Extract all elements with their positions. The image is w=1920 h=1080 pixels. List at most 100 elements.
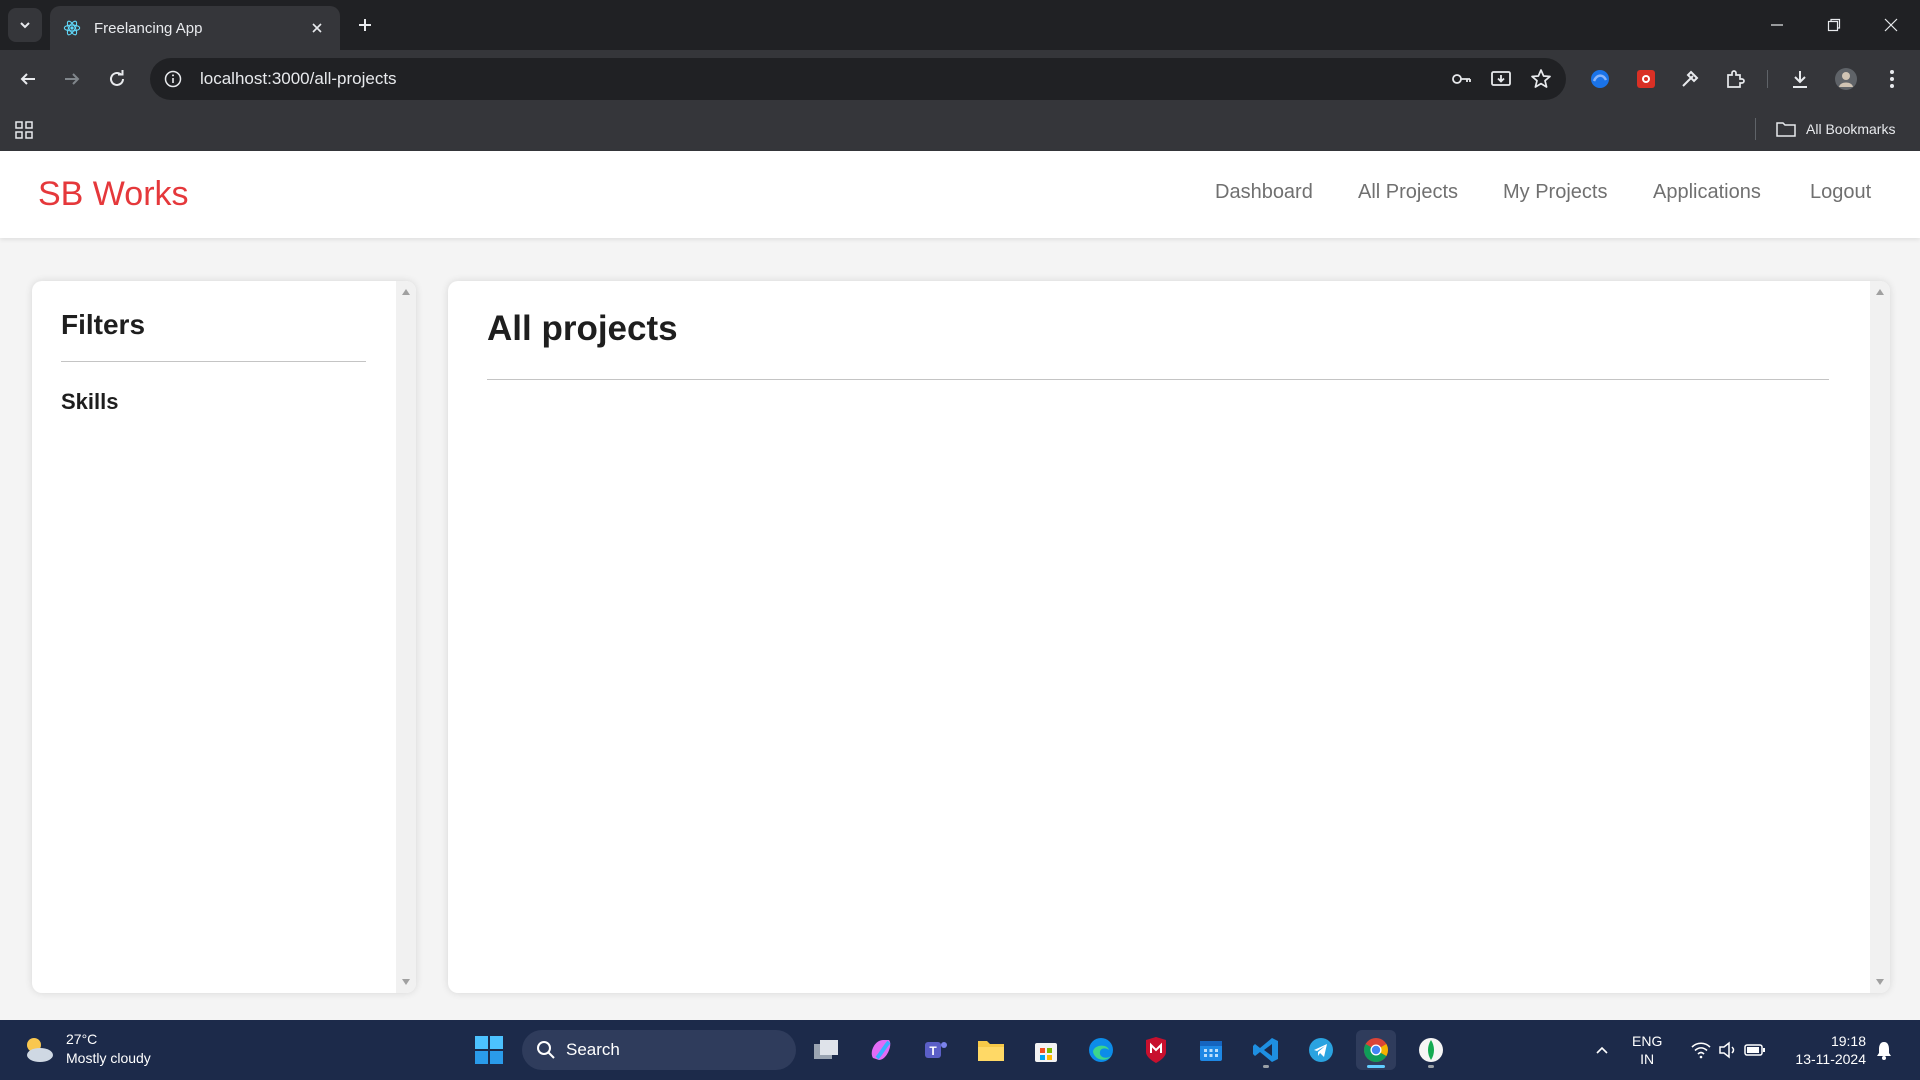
close-icon [1884,18,1898,32]
reload-icon [110,70,124,86]
projects-panel: All projects [448,281,1890,993]
notifications-bell-icon[interactable] [1864,1030,1904,1070]
address-bar[interactable]: localhost:3000/all-projects [150,58,1566,100]
color-picker-icon[interactable] [1674,63,1706,95]
taskbar-search-label: Search [566,1040,620,1059]
scroll-down-icon[interactable] [402,979,410,985]
chevron-down-icon [20,22,30,29]
scroll-down-icon[interactable] [1876,979,1884,985]
arrow-left-icon [20,73,35,85]
show-hidden-icons-button[interactable] [1582,1030,1622,1070]
bookmark-star-icon[interactable] [1526,64,1556,94]
downloads-icon[interactable] [1784,63,1816,95]
weather-widget[interactable]: 27°C Mostly cloudy [20,1030,151,1068]
restore-button[interactable] [1805,0,1863,50]
edge-browser-icon[interactable] [1081,1030,1121,1070]
scroll-up-icon[interactable] [1876,289,1884,295]
search-icon [537,1041,555,1059]
windows-taskbar: 27°C Mostly cloudy Search T ENG IN 19:18… [0,1020,1920,1080]
running-indicator [1428,1065,1434,1068]
microsoft-store-icon[interactable] [1026,1030,1066,1070]
filters-panel: Filters Skills [32,281,416,993]
task-view-icon[interactable] [806,1030,846,1070]
language-code: ENG [1632,1033,1663,1049]
telegram-icon[interactable] [1301,1030,1341,1070]
nav-dashboard[interactable]: Dashboard [1215,181,1313,204]
minimize-icon [1771,24,1783,26]
tab-title: Freelancing App [94,19,203,37]
chrome-icon[interactable] [1356,1030,1396,1070]
extension-red-icon[interactable] [1630,63,1662,95]
site-info-icon[interactable] [162,68,184,90]
close-window-button[interactable] [1862,0,1920,50]
mongodb-compass-icon[interactable] [1411,1030,1451,1070]
file-explorer-icon[interactable] [971,1030,1011,1070]
start-button[interactable] [469,1030,509,1070]
new-tab-button[interactable] [352,12,378,38]
active-indicator [1367,1065,1385,1068]
extension-blue-icon[interactable] [1584,63,1616,95]
wifi-icon [1691,1042,1711,1059]
copilot-icon[interactable] [861,1030,901,1070]
install-app-icon[interactable] [1486,64,1516,94]
volume-icon [1719,1041,1735,1059]
bookmarks-divider [1755,118,1756,140]
password-key-icon[interactable] [1446,64,1476,94]
region-code: IN [1640,1051,1655,1067]
browser-tab[interactable]: Freelancing App [50,6,340,50]
weather-desc: Mostly cloudy [66,1050,151,1066]
all-bookmarks-button[interactable]: All Bookmarks [1776,116,1895,142]
restore-icon [1827,18,1841,32]
tab-search-button[interactable] [8,8,42,42]
filters-divider [61,361,366,362]
extensions-puzzle-icon[interactable] [1719,63,1751,95]
projects-scrollbar[interactable] [1870,281,1890,993]
reload-button[interactable] [101,63,133,95]
brand-logo[interactable]: SB Works [38,175,189,214]
skills-label: Skills [61,389,119,414]
nav-applications[interactable]: Applications [1653,181,1761,204]
windows-logo-icon [475,1036,503,1064]
close-tab-icon[interactable] [306,17,328,39]
browser-tabstrip: Freelancing App [0,0,1920,50]
all-bookmarks-label: All Bookmarks [1806,121,1896,137]
projects-divider [487,379,1829,380]
projects-title: All projects [487,309,678,348]
clock-time: 19:18 [1830,1033,1866,1049]
bookmarks-bar: All Bookmarks [0,108,1920,151]
battery-icon [1744,1044,1765,1056]
vscode-icon[interactable] [1246,1030,1286,1070]
taskbar-search[interactable]: Search [522,1030,796,1070]
arrow-right-icon [65,73,80,85]
input-language-indicator[interactable]: ENG IN [1632,1032,1662,1068]
clock-date: 13-11-2024 [1795,1051,1866,1067]
teams-icon[interactable]: T [916,1030,956,1070]
nav-logout[interactable]: Logout [1810,181,1871,204]
calendar-icon[interactable] [1191,1030,1231,1070]
forward-button[interactable] [56,63,88,95]
more-menu-icon[interactable] [1876,63,1908,95]
react-icon [62,18,82,38]
chevron-up-icon [1596,1046,1608,1054]
weather-temp: 27°C [66,1031,98,1047]
folder-icon [1776,122,1796,137]
filters-scrollbar[interactable] [396,281,416,993]
nav-my-projects[interactable]: My Projects [1503,181,1607,204]
nav-all-projects[interactable]: All Projects [1358,181,1458,204]
scroll-up-icon[interactable] [402,289,410,295]
quick-settings-button[interactable] [1678,1030,1778,1070]
apps-grid-icon[interactable] [12,118,36,142]
profile-avatar[interactable] [1830,63,1862,95]
back-button[interactable] [12,63,44,95]
running-indicator [1263,1065,1269,1068]
minimize-button[interactable] [1748,0,1806,50]
url-text[interactable]: localhost:3000/all-projects [200,69,1446,89]
mcafee-icon[interactable] [1136,1030,1176,1070]
plus-icon [359,19,371,31]
filters-title: Filters [61,309,146,340]
toolbar-divider [1767,70,1768,88]
app-navbar: SB Works Dashboard All Projects My Proje… [0,151,1920,238]
app-page: SB Works Dashboard All Projects My Proje… [0,151,1920,1020]
cloudy-weather-icon [27,1038,53,1062]
system-clock[interactable]: 19:18 13-11-2024 [1780,1032,1866,1068]
